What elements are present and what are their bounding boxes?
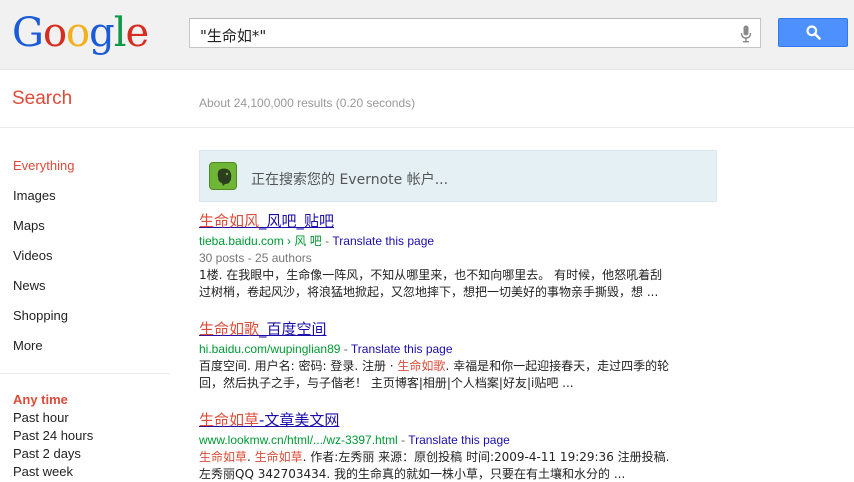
translate-link[interactable]: Translate this page [332, 234, 434, 248]
result-snippet-line: 过树梢，卷起风沙，将浪猛地掀起，又忽地摔下，想把一切美好的事物亲手撕毁，想 ..… [199, 285, 659, 299]
title-rest: _风吧_贴吧 [259, 212, 335, 230]
logo-letter: g [89, 10, 115, 56]
snippet-highlight: 生命如草 [254, 450, 303, 464]
snippet-text: 百度空间. 用户名: 密码: 登录. 注册 · [199, 359, 398, 373]
microphone-icon[interactable] [740, 25, 752, 43]
result-meta: 30 posts - 25 authors [199, 251, 312, 265]
search-result: 生命如歌_百度空间 hi.baidu.com/wupinglian89 - Tr… [199, 320, 739, 392]
result-snippet-line: 生命如草. 生命如草. 作者:左秀丽 来源：原创投稿 时间:2009-4-11 … [199, 449, 719, 466]
title-rest: -文章美文网 [259, 411, 340, 429]
result-title-link[interactable]: 生命如歌_百度空间 [199, 320, 739, 338]
snippet-text: . [247, 450, 255, 464]
result-url: hi.baidu.com/wupinglian89 [199, 342, 341, 356]
snippet-highlight: 生命如歌 [397, 359, 446, 373]
nav-item-everything[interactable]: Everything [13, 158, 163, 188]
result-url: www.lookmw.cn/html/.../wz-3397.html [199, 433, 398, 447]
nav-item-videos[interactable]: Videos [13, 248, 163, 278]
result-url: tieba.baidu.com › 风 吧 [199, 234, 322, 248]
search-button[interactable] [778, 18, 848, 47]
search-input-box[interactable]: "生命如*" [189, 18, 761, 48]
nav-divider [0, 373, 170, 374]
page-title: Search [12, 88, 73, 109]
title-highlight: 生命如歌 [199, 320, 260, 338]
evernote-banner[interactable]: 正在搜索您的 Evernote 帐户... [199, 150, 717, 202]
title-highlight: 生命如草 [199, 411, 260, 429]
nav-item-more[interactable]: More [13, 338, 163, 368]
result-url-line: hi.baidu.com/wupinglian89 - Translate th… [199, 342, 453, 356]
google-logo[interactable]: Google [12, 10, 150, 56]
snippet-text: . 作者:左秀丽 来源：原创投稿 时间:2009-4-11 19:29:36 注… [302, 450, 670, 464]
result-snippet-line: 1楼. 在我眼中，生命像一阵风，不知从哪里来，也不知向哪里去。 有时候，他怒吼着… [199, 268, 663, 282]
title-rest: _百度空间 [259, 320, 327, 338]
time-filter-past-2-days[interactable]: Past 2 days [13, 446, 81, 461]
search-input[interactable]: "生命如*" [200, 25, 266, 46]
result-url-line: www.lookmw.cn/html/.../wz-3397.html - Tr… [199, 433, 510, 447]
time-filter-past-week[interactable]: Past week [13, 464, 73, 479]
evernote-status-text: 正在搜索您的 Evernote 帐户... [251, 172, 449, 188]
nav-item-images[interactable]: Images [13, 188, 163, 218]
time-filter-past-hour[interactable]: Past hour [13, 410, 69, 425]
search-result: 生命如风_风吧_贴吧 tieba.baidu.com › 风 吧 - Trans… [199, 212, 739, 301]
result-snippet-line: 左秀丽QQ 342703434. 我的生命真的就如一株小草，只要在有土壤和水分的… [199, 467, 626, 481]
time-filter-past-24-hours[interactable]: Past 24 hours [13, 428, 93, 443]
translate-link[interactable]: Translate this page [408, 433, 510, 447]
result-snippet-line: 回，然后执子之手，与子偕老！ 主页博客|相册|个人档案|好友|i贴吧 ... [199, 376, 574, 390]
results-subbar [0, 70, 854, 128]
top-bar: Google "生命如*" [0, 0, 854, 70]
logo-letter: e [125, 10, 150, 56]
result-url-line: tieba.baidu.com › 风 吧 - Translate this p… [199, 234, 435, 248]
search-type-nav: Everything Images Maps Videos News Shopp… [13, 158, 163, 368]
logo-letter: o [66, 10, 90, 56]
translate-link[interactable]: Translate this page [351, 342, 453, 356]
logo-letter: G [12, 10, 44, 56]
magnifier-icon [806, 25, 821, 40]
result-snippet-line: 百度空间. 用户名: 密码: 登录. 注册 · 生命如歌. 幸福是和你一起迎接春… [199, 358, 719, 375]
nav-item-news[interactable]: News [13, 278, 163, 308]
result-title-link[interactable]: 生命如草-文章美文网 [199, 411, 739, 429]
nav-item-shopping[interactable]: Shopping [13, 308, 163, 338]
logo-letter: l [113, 10, 127, 56]
evernote-elephant-icon [209, 162, 237, 190]
title-highlight: 生命如风 [199, 212, 260, 230]
time-filter-heading[interactable]: Any time [13, 392, 68, 407]
result-title-link[interactable]: 生命如风_风吧_贴吧 [199, 212, 739, 230]
nav-item-maps[interactable]: Maps [13, 218, 163, 248]
snippet-text: . 幸福是和你一起迎接春天，走过四季的轮 [445, 359, 670, 373]
logo-letter: o [42, 10, 67, 56]
search-result: 生命如草-文章美文网 www.lookmw.cn/html/.../wz-339… [199, 411, 739, 482]
result-stats: About 24,100,000 results (0.20 seconds) [199, 96, 416, 110]
snippet-highlight: 生命如草 [199, 450, 248, 464]
